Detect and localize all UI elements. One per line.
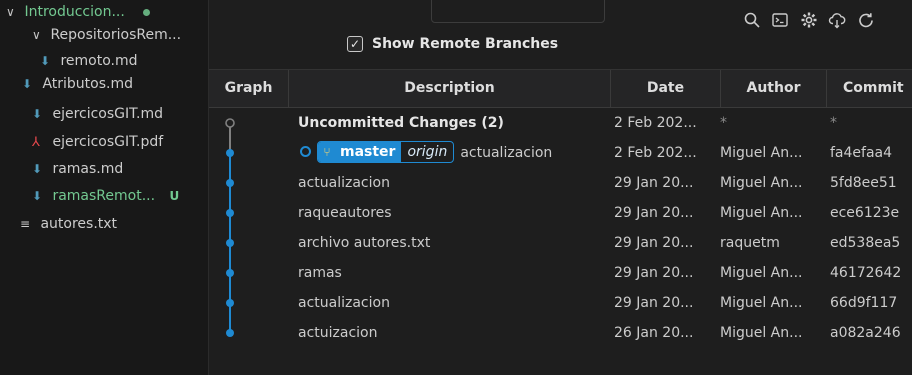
- tree-folder-repositoriosrem[interactable]: ∨ RepositoriosRem...: [32, 22, 181, 48]
- tree-item-label: ejercicosGIT.md: [52, 106, 164, 122]
- commit-hash: ed538ea5: [830, 235, 901, 251]
- commit-hash: ece6123e: [830, 205, 900, 221]
- table-row[interactable]: actuizacion 26 Jan 20... Miguel An... a0…: [209, 318, 912, 348]
- remote-name[interactable]: origin: [401, 142, 453, 162]
- show-remote-branches-label: Show Remote Branches: [372, 36, 559, 52]
- tree-item-label: Introduccion...: [24, 4, 125, 20]
- commit-date: 26 Jan 20...: [614, 325, 694, 341]
- graph-controls-bar: ✓ Show Remote Branches: [209, 0, 912, 68]
- markdown-icon: ⬇: [32, 189, 43, 203]
- commit-description-cell: ⑂ master origin actualizacion: [298, 138, 605, 168]
- commit-hash: 66d9f117: [830, 295, 898, 311]
- branch-icon: ⑂: [318, 141, 336, 162]
- tree-item-label: Atributos.md: [42, 76, 134, 92]
- branch-label-master[interactable]: ⑂ master origin: [317, 140, 455, 163]
- text-file-icon: ≡: [20, 217, 31, 231]
- commit-date: 29 Jan 20...: [614, 235, 694, 251]
- gear-icon[interactable]: [798, 9, 820, 31]
- commit-hash: a082a246: [830, 325, 901, 341]
- explorer-sidebar: ∨ Introduccion... ∨ RepositoriosRem... ⬇…: [0, 0, 209, 375]
- commit-author: Miguel An...: [720, 295, 803, 311]
- table-row[interactable]: ⑂ master origin actualizacion 2 Feb 202... …: [209, 138, 912, 168]
- commit-author: Miguel An...: [720, 325, 803, 341]
- commit-description: raqueautores: [298, 205, 392, 221]
- commit-author: Miguel An...: [720, 175, 803, 191]
- commit-description: actualizacion: [298, 295, 390, 311]
- commit-table-header: Graph Description Date Author Commit: [209, 69, 912, 108]
- column-header-date[interactable]: Date: [611, 70, 721, 107]
- chevron-down-icon: ∨: [6, 5, 15, 19]
- chevron-down-icon: ∨: [32, 28, 41, 42]
- commit-author: *: [720, 115, 727, 131]
- commit-author: Miguel An...: [720, 205, 803, 221]
- commit-hash: 46172642: [830, 265, 902, 281]
- tree-file-atributos-md[interactable]: ⬇ Atributos.md: [22, 71, 133, 97]
- checkbox-checked-icon[interactable]: ✓: [347, 36, 363, 52]
- commit-hash: *: [830, 115, 837, 131]
- tree-item-label: ramas.md: [52, 161, 124, 177]
- commit-date: 29 Jan 20...: [614, 175, 694, 191]
- commit-author: Miguel An...: [720, 145, 803, 161]
- terminal-icon[interactable]: [769, 9, 791, 31]
- commit-date: 29 Jan 20...: [614, 205, 694, 221]
- table-row[interactable]: raqueautores 29 Jan 20... Miguel An... e…: [209, 198, 912, 228]
- commit-description: ramas: [298, 265, 342, 281]
- show-remote-branches-toggle[interactable]: ✓ Show Remote Branches: [347, 32, 558, 56]
- table-row[interactable]: ramas 29 Jan 20... Miguel An... 46172642: [209, 258, 912, 288]
- pdf-icon: ⅄: [32, 135, 40, 150]
- table-row[interactable]: Uncommitted Changes (2) 2 Feb 202... * *: [209, 108, 912, 138]
- cloud-fetch-icon[interactable]: [826, 9, 848, 31]
- commit-author: raquetm: [720, 235, 780, 251]
- column-header-graph[interactable]: Graph: [209, 70, 289, 107]
- commit-date: 29 Jan 20...: [614, 295, 694, 311]
- commit-description: actualizacion: [460, 145, 553, 161]
- tree-item-label: ejercicosGIT.pdf: [52, 134, 164, 150]
- tree-item-label: RepositoriosRem...: [50, 27, 182, 43]
- head-indicator-icon: [300, 146, 311, 157]
- commit-hash: fa4efaa4: [830, 145, 893, 161]
- table-row[interactable]: actualizacion 29 Jan 20... Miguel An... …: [209, 168, 912, 198]
- commit-author: Miguel An...: [720, 265, 803, 281]
- tree-file-ramas-md[interactable]: ⬇ ramas.md: [32, 156, 123, 182]
- tree-file-ejercicosgit-md[interactable]: ⬇ ejercicosGIT.md: [32, 101, 163, 127]
- commit-date: 29 Jan 20...: [614, 265, 694, 281]
- tree-item-label: autores.txt: [40, 216, 118, 232]
- commit-description: archivo autores.txt: [298, 235, 431, 251]
- refresh-icon[interactable]: [855, 9, 877, 31]
- branches-dropdown[interactable]: [431, 0, 605, 23]
- table-row[interactable]: actualizacion 29 Jan 20... Miguel An... …: [209, 288, 912, 318]
- git-graph-panel: ✓ Show Remote Branches Graph Description…: [209, 0, 912, 375]
- tree-item-label: ramasRemot...: [52, 188, 156, 204]
- markdown-icon: ⬇: [32, 162, 43, 176]
- commit-date: 2 Feb 202...: [614, 145, 697, 161]
- branch-name: master: [336, 141, 402, 162]
- modified-dot-icon: [143, 8, 151, 16]
- tree-item-label: remoto.md: [60, 53, 138, 69]
- column-header-commit[interactable]: Commit: [827, 70, 912, 107]
- table-row[interactable]: archivo autores.txt 29 Jan 20... raquetm…: [209, 228, 912, 258]
- tree-file-autores-txt[interactable]: ≡ autores.txt: [20, 211, 117, 237]
- markdown-icon: ⬇: [32, 107, 43, 121]
- tree-file-ejercicosgit-pdf[interactable]: ⅄ ejercicosGIT.pdf: [32, 129, 163, 155]
- commit-hash: 5fd8ee51: [830, 175, 897, 191]
- commit-description: actuizacion: [298, 325, 378, 341]
- commit-description: actualizacion: [298, 175, 390, 191]
- search-icon[interactable]: [741, 9, 763, 31]
- commit-description: Uncommitted Changes (2): [298, 115, 504, 131]
- commit-date: 2 Feb 202...: [614, 115, 697, 131]
- tree-file-ramasremot[interactable]: ⬇ ramasRemot... U: [32, 183, 179, 209]
- untracked-badge: U: [169, 189, 180, 203]
- column-header-description[interactable]: Description: [289, 70, 611, 107]
- markdown-icon: ⬇: [22, 77, 33, 91]
- column-header-author[interactable]: Author: [721, 70, 827, 107]
